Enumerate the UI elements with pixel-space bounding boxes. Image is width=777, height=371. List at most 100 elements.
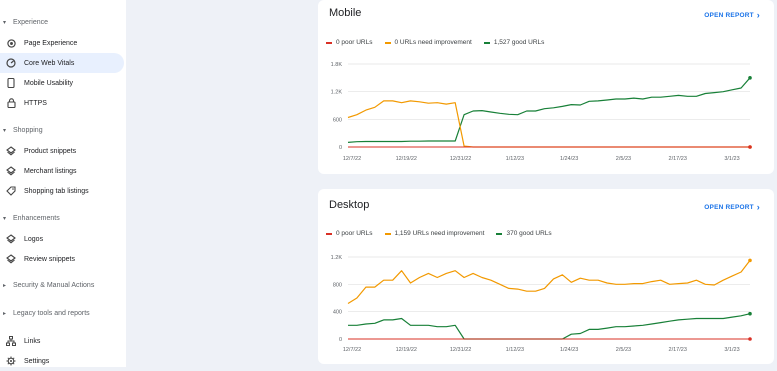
section-enhancements[interactable]: ▾ Enhancements (3, 215, 60, 222)
x-tick-label: 2/5/23 (616, 156, 631, 162)
open-report-button[interactable]: OPEN REPORT › (704, 10, 760, 20)
chevron-down-icon: ▾ (3, 20, 7, 26)
x-tick-label: 12/7/22 (343, 347, 361, 353)
sidebar-item-shopping-tab-listings[interactable]: Shopping tab listings (0, 181, 124, 201)
card-title: Desktop (329, 199, 370, 211)
x-tick-label: 2/17/23 (669, 347, 687, 353)
y-tick-label: 1.2K (331, 90, 343, 96)
x-tick-label: 12/7/22 (343, 156, 361, 162)
chevron-down-icon: ▾ (3, 128, 7, 134)
phone-icon (6, 78, 16, 88)
legend-swatch (496, 232, 503, 235)
x-tick-label: 1/12/23 (506, 156, 524, 162)
sidebar-item-review-snippets[interactable]: Review snippets (0, 249, 124, 269)
x-tick-label: 1/12/23 (506, 347, 524, 353)
open-report-label: OPEN REPORT (704, 203, 754, 211)
section-label: Enhancements (13, 215, 60, 222)
chevron-right-icon: ▸ (3, 283, 7, 289)
x-tick-label: 12/31/22 (450, 156, 471, 162)
legend-swatch (326, 232, 332, 235)
chevron-right-icon: › (756, 10, 760, 20)
legend-item-poor[interactable]: 0 poor URLs (326, 230, 373, 237)
legend-item-good[interactable]: 1,527 good URLs (483, 39, 545, 46)
legend-swatch (326, 41, 332, 44)
legend-swatch (483, 41, 490, 44)
links-icon (6, 336, 16, 346)
sidebar-item-label: Review snippets (24, 255, 75, 263)
sidebar-item-logos[interactable]: Logos (0, 229, 124, 249)
y-tick-label: 800 (333, 282, 342, 288)
gauge-icon (6, 58, 16, 68)
series-end-point (748, 337, 752, 341)
x-tick-label: 12/19/22 (396, 156, 417, 162)
chevron-right-icon: › (756, 202, 760, 212)
x-tick-label: 3/1/23 (724, 156, 739, 162)
sidebar-item-label: Settings (24, 357, 50, 365)
sidebar-item-https[interactable]: HTTPS (0, 93, 124, 113)
y-tick-label: 0 (339, 145, 342, 151)
desktop-line-chart: 1.2K 800 400 012/7/22 12/19/22 12/31/22 1/12/2… (331, 255, 752, 353)
y-tick-label: 1.2K (331, 255, 343, 261)
x-tick-label: 2/17/23 (669, 156, 687, 162)
diamond-layers-icon (6, 234, 16, 244)
legend-item-needs-improvement[interactable]: 0 URLs need improvement (384, 39, 472, 46)
sidebar: ▾ Experience Page Experience Core Web Vi… (0, 0, 126, 367)
legend-label: 0 poor URLs (336, 39, 373, 46)
needs-improvement-line (347, 260, 751, 305)
sidebar-item-label: Links (24, 337, 41, 345)
diamond-layers-icon (6, 254, 16, 264)
desktop-report-card: Desktop OPEN REPORT › 0 poor URLs 1,159 … (318, 189, 774, 364)
y-tick-label: 1.8K (331, 62, 343, 68)
sidebar-item-settings[interactable]: Settings (0, 351, 124, 371)
diamond-layers-icon (6, 166, 16, 176)
section-legacy-tools[interactable]: ▸ Legacy tools and reports (3, 310, 90, 317)
sidebar-item-label: Logos (24, 235, 44, 243)
chevron-right-icon: ▸ (3, 311, 7, 317)
legend-item-needs-improvement[interactable]: 1,159 URLs need improvement (384, 230, 485, 237)
x-tick-label: 3/1/23 (724, 347, 739, 353)
diamond-layers-icon (6, 146, 16, 156)
x-tick-label: 12/31/22 (450, 347, 471, 353)
sidebar-item-product-snippets[interactable]: Product snippets (0, 141, 124, 161)
section-experience[interactable]: ▾ Experience (3, 19, 48, 26)
sidebar-item-label: Core Web Vitals (24, 59, 75, 67)
series-end-point (748, 311, 752, 316)
section-security-manual-actions[interactable]: ▸ Security & Manual Actions (3, 282, 94, 289)
sidebar-item-mobile-usability[interactable]: Mobile Usability (0, 73, 124, 93)
good-urls-line (348, 313, 751, 340)
sidebar-item-label: HTTPS (24, 99, 47, 107)
open-report-button[interactable]: OPEN REPORT › (704, 202, 760, 212)
lock-icon (6, 98, 16, 108)
legend-item-good[interactable]: 370 good URLs (496, 230, 552, 237)
legend-label: 1,159 URLs need improvement (394, 230, 485, 237)
sidebar-item-label: Mobile Usability (24, 79, 74, 87)
x-tick-label: 2/5/23 (616, 347, 631, 353)
chevron-down-icon: ▾ (3, 216, 7, 222)
card-title: Mobile (329, 7, 362, 19)
section-label: Security & Manual Actions (13, 282, 95, 289)
section-shopping[interactable]: ▾ Shopping (3, 127, 43, 134)
series-end-point (748, 145, 752, 149)
legend-item-poor[interactable]: 0 poor URLs (326, 39, 373, 46)
legend-swatch (384, 41, 391, 44)
x-tick-label: 12/19/22 (396, 347, 417, 353)
sidebar-item-page-experience[interactable]: Page Experience (0, 33, 124, 53)
sidebar-item-links[interactable]: Links (0, 331, 124, 351)
x-tick-label: 1/24/23 (560, 347, 578, 353)
legend-label: 370 good URLs (506, 230, 552, 237)
gear-icon (6, 356, 16, 366)
mobile-line-chart: 1.8K 1.2K 600 012/7/22 12/19/22 12/31/22 1/12/… (331, 62, 752, 162)
y-tick-label: 600 (333, 117, 342, 123)
chart-legend: 0 poor URLs 0 URLs need improvement 1,52… (326, 39, 544, 46)
sidebar-item-label: Shopping tab listings (24, 187, 89, 195)
y-tick-label: 400 (333, 310, 342, 316)
sidebar-item-merchant-listings[interactable]: Merchant listings (0, 161, 124, 181)
section-label: Experience (13, 19, 49, 26)
legend-label: 1,527 good URLs (493, 39, 545, 46)
chart-legend: 0 poor URLs 1,159 URLs need improvement … (326, 230, 552, 237)
section-label: Legacy tools and reports (13, 310, 90, 317)
series-end-point (748, 258, 752, 263)
legend-label: 0 URLs need improvement (394, 39, 472, 46)
sidebar-item-core-web-vitals[interactable]: Core Web Vitals (0, 53, 124, 73)
page-experience-icon (6, 38, 16, 48)
